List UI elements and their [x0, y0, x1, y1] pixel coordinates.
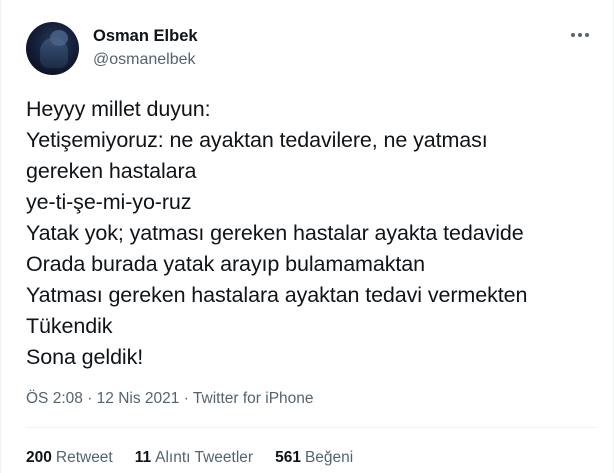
author-handle[interactable]: @osmanelbek [93, 49, 198, 71]
tweet-line: gereken hastalara [26, 159, 197, 183]
tweet-date: 12 Nis 2021 [96, 390, 180, 407]
tweet-line: Tükendik [26, 314, 113, 338]
likes-stat[interactable]: 561 Beğeni [275, 448, 353, 468]
divider [26, 427, 597, 428]
author-names: Osman Elbek @osmanelbek [93, 25, 198, 71]
quote-count: 11 [134, 449, 152, 466]
tweet-time: ÖS 2:08 [26, 390, 83, 407]
retweet-count: 200 [26, 449, 52, 466]
tweet-line: ye-ti-şe-mi-yo-ruz [26, 190, 192, 214]
tweet-line: Sona geldik! [26, 345, 144, 369]
tweet-card: Osman Elbek @osmanelbek Heyyy millet duy… [0, 0, 614, 473]
quote-label: Alıntı Tweetler [155, 449, 254, 466]
tweet-text: Heyyy millet duyun: Yetişemiyoruz: ne ay… [26, 94, 597, 373]
tweet-line: Yetişemiyoruz: ne ayaktan tedavilere, ne… [26, 128, 488, 152]
tweet-line: Yatak yok; yatması gereken hastalar ayak… [26, 221, 524, 245]
more-horizontal-icon [571, 33, 589, 37]
more-options-button[interactable] [567, 22, 593, 48]
retweets-stat[interactable]: 200 Retweet [26, 448, 113, 468]
author-display-name[interactable]: Osman Elbek [93, 25, 198, 47]
tweet-header: Osman Elbek @osmanelbek [26, 22, 593, 78]
tweet-metadata: ÖS 2:08 · 12 Nis 2021 · Twitter for iPho… [26, 389, 314, 409]
avatar-head [50, 30, 68, 46]
avatar[interactable] [26, 22, 79, 75]
meta-separator: · [183, 390, 189, 407]
engagement-stats: 200 Retweet 11 Alıntı Tweetler 561 Beğeni [26, 448, 375, 468]
like-count: 561 [275, 449, 301, 466]
retweet-label: Retweet [55, 449, 113, 466]
quote-tweets-stat[interactable]: 11 Alıntı Tweetler [135, 448, 253, 468]
meta-separator: · [87, 390, 93, 407]
tweet-line: Heyyy millet duyun: [26, 97, 211, 121]
tweet-source-link[interactable]: Twitter for iPhone [193, 390, 314, 407]
tweet-line: Yatması gereken hastalara ayaktan tedavi… [26, 283, 528, 307]
like-label: Beğeni [304, 449, 354, 466]
tweet-time-link[interactable]: ÖS 2:08 · 12 Nis 2021 [26, 390, 179, 407]
tweet-line: Orada burada yatak arayıp bulamamaktan [26, 252, 425, 276]
